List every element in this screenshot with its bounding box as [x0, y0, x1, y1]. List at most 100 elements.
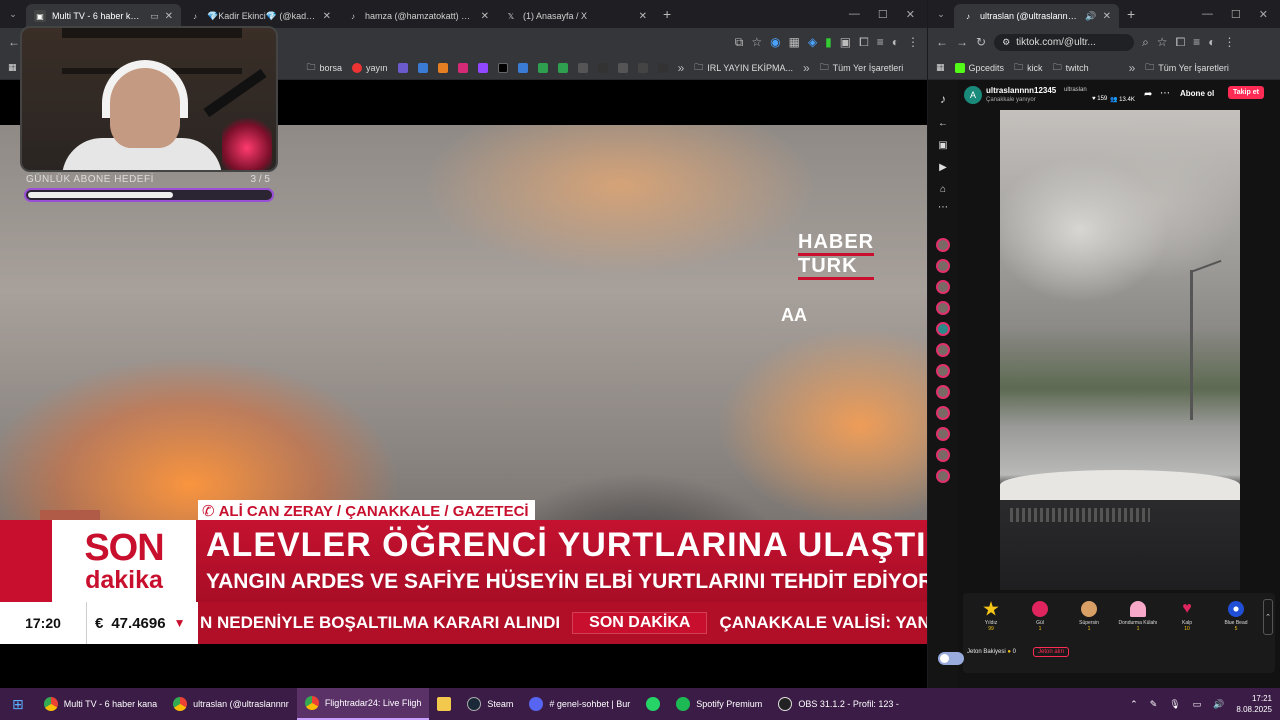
apps-icon[interactable]: ▦ — [8, 62, 17, 73]
scroll-up-icon[interactable]: ⌃ — [1263, 599, 1273, 635]
chevron-right-icon[interactable]: » — [803, 61, 810, 75]
back-icon[interactable]: ← — [936, 35, 948, 49]
tab-multitv[interactable]: ▣ Multi TV - 6 haber kanalını ▭ ✕ — [26, 4, 181, 28]
recharge-button[interactable]: Jeton alın — [1033, 647, 1070, 657]
bookmark-icon[interactable] — [637, 62, 648, 73]
host-username[interactable]: ultraslannnn12345 — [986, 86, 1056, 95]
followed-avatar[interactable] — [936, 238, 950, 252]
followed-avatar[interactable] — [936, 385, 950, 399]
clock[interactable]: 17:21 8.08.2025 — [1236, 693, 1272, 715]
bookmark-icon[interactable] — [617, 62, 628, 73]
taskbar-item-whatsapp[interactable] — [638, 688, 668, 720]
pen-icon[interactable]: ✎ — [1150, 699, 1158, 710]
reading-list-icon[interactable]: ≡ — [877, 35, 884, 49]
bookmark-borsa[interactable]: 🗀 borsa — [307, 60, 343, 76]
bookmark-gpcedits[interactable]: Gpcedits — [954, 62, 1004, 73]
followed-avatar[interactable] — [936, 322, 950, 336]
back-icon[interactable]: ← — [8, 35, 20, 49]
gift-gul[interactable]: Gül 1 — [1020, 601, 1060, 632]
followed-avatar[interactable] — [936, 343, 950, 357]
maximize-icon[interactable]: ☐ — [878, 8, 888, 21]
bookmark-icon[interactable] — [537, 62, 548, 73]
apps-icon[interactable]: ▦ — [936, 62, 945, 73]
forward-icon[interactable]: → — [956, 35, 968, 49]
tab-hamza[interactable]: ♪ hamza (@hamzatokatt) CANLI ✕ — [339, 4, 497, 28]
display-icon[interactable]: ▭ — [1193, 699, 1202, 710]
start-button[interactable]: ⊞ — [0, 688, 36, 720]
profile-icon[interactable]: ◐ — [1208, 35, 1215, 49]
bookmark-twitch[interactable]: 🗀 twitch — [1053, 60, 1089, 76]
live-video[interactable] — [1000, 110, 1240, 590]
address-field[interactable]: ⚙ tiktok.com/@ultr... — [994, 33, 1135, 51]
microphone-icon[interactable]: 🎙 — [1169, 699, 1180, 710]
star-icon[interactable]: ☆ — [1157, 35, 1168, 49]
reading-list-icon[interactable]: ≡ — [1193, 35, 1200, 49]
close-icon[interactable]: ✕ — [639, 11, 647, 22]
tab-kadir[interactable]: ♪ 💎Kadir Ekinci💎 (@kadirekinci ✕ — [181, 4, 339, 28]
followed-avatar[interactable] — [936, 259, 950, 273]
minimize-icon[interactable]: — — [849, 8, 860, 20]
followed-avatar[interactable] — [936, 427, 950, 441]
zoom-icon[interactable]: ⌕ — [1142, 35, 1149, 50]
followed-avatar[interactable] — [936, 406, 950, 420]
new-tab-icon[interactable]: + — [1127, 6, 1135, 22]
gift-yildiz[interactable]: Yıldız 99 — [971, 601, 1011, 632]
followed-avatar[interactable] — [936, 469, 950, 483]
close-icon[interactable]: ✕ — [481, 11, 489, 22]
follow-button[interactable]: Takip et — [1228, 86, 1264, 99]
bookmark-icon[interactable] — [557, 62, 568, 73]
close-icon[interactable]: ✕ — [165, 11, 173, 22]
share-icon[interactable]: ➦ — [1144, 89, 1152, 100]
gift-supersin[interactable]: Süpersin 1 — [1069, 601, 1109, 632]
followed-avatar[interactable] — [936, 448, 950, 462]
minimize-icon[interactable]: — — [1202, 8, 1213, 20]
extension-icon[interactable]: ▮ — [825, 35, 832, 49]
more-icon[interactable]: ⋯ — [1160, 88, 1170, 99]
new-tab-icon[interactable]: + — [663, 6, 671, 22]
twitch-icon[interactable] — [477, 62, 488, 73]
taskbar-item-flightradar[interactable]: Flightradar24: Live Fligh — [296, 688, 430, 720]
cast-icon[interactable]: ⧉ — [735, 35, 744, 50]
taskbar-item-ultraslan[interactable]: ultraslan (@ultraslannnr — [165, 688, 297, 720]
host-avatar[interactable]: A — [964, 86, 982, 104]
camera-icon[interactable]: ▶ — [937, 162, 949, 174]
taskbar-item-spotify[interactable]: Spotify Premium — [668, 688, 770, 720]
chevron-right-icon[interactable]: » — [1129, 61, 1136, 75]
puzzle-icon[interactable]: ⧠ — [859, 35, 869, 50]
puzzle-icon[interactable]: ⧠ — [1176, 35, 1186, 50]
tab-list-icon[interactable]: ⌄ — [0, 9, 26, 20]
tab-x[interactable]: 𝕏 (1) Anasayfa / X ✕ — [497, 4, 655, 28]
bookmark-irl[interactable]: 🗀 IRL YAYIN EKİPMA... — [694, 60, 793, 76]
speaker-icon[interactable]: 🔊 — [1085, 11, 1096, 22]
speaker-icon[interactable]: 🔊 — [1213, 699, 1224, 710]
extension-icon[interactable]: ◉ — [770, 35, 780, 49]
tiktok-logo-icon[interactable]: ♪ — [937, 92, 949, 106]
close-window-icon[interactable]: ✕ — [906, 8, 915, 21]
taskbar-item-discord[interactable]: # genel-sohbet | Bur — [521, 688, 638, 720]
tab-ultraslan[interactable]: ♪ ultraslan (@ultraslannnn12 🔊 ✕ — [954, 4, 1119, 28]
bookmark-icon[interactable] — [517, 62, 528, 73]
menu-icon[interactable]: ⋮ — [1223, 35, 1235, 49]
close-icon[interactable]: ✕ — [1103, 11, 1111, 22]
live-icon[interactable]: ▣ — [937, 140, 949, 152]
tab-list-icon[interactable]: ⌄ — [928, 9, 954, 20]
bookmark-icon[interactable] — [597, 62, 608, 73]
gift-dondurma[interactable]: Dondurma Külahı 1 — [1118, 601, 1158, 632]
collapse-icon[interactable]: ← — [937, 118, 949, 130]
star-icon[interactable]: ☆ — [751, 35, 762, 49]
extension-icon[interactable]: ▦ — [789, 35, 800, 49]
reload-icon[interactable]: ↻ — [976, 35, 986, 49]
taskbar-item-obs[interactable]: OBS 31.1.2 - Profil: 123 - — [770, 688, 907, 720]
chevron-up-icon[interactable]: ⌃ — [1130, 699, 1138, 710]
followed-avatar[interactable] — [936, 280, 950, 294]
bookmark-all[interactable]: 🗀 Tüm Yer İşaretleri — [1145, 60, 1229, 76]
x-icon[interactable] — [497, 62, 508, 73]
close-icon[interactable]: ✕ — [323, 11, 331, 22]
taskbar-item-multitv[interactable]: Multi TV - 6 haber kana — [36, 688, 165, 720]
bookmark-icon[interactable] — [397, 62, 408, 73]
profile-icon[interactable]: ◐ — [892, 35, 899, 49]
bookmark-all[interactable]: 🗀 Tüm Yer İşaretleri — [820, 60, 904, 76]
extension-icon[interactable]: ◈ — [808, 35, 817, 49]
taskbar-item-explorer[interactable] — [429, 688, 459, 720]
bookmark-icon[interactable] — [437, 62, 448, 73]
